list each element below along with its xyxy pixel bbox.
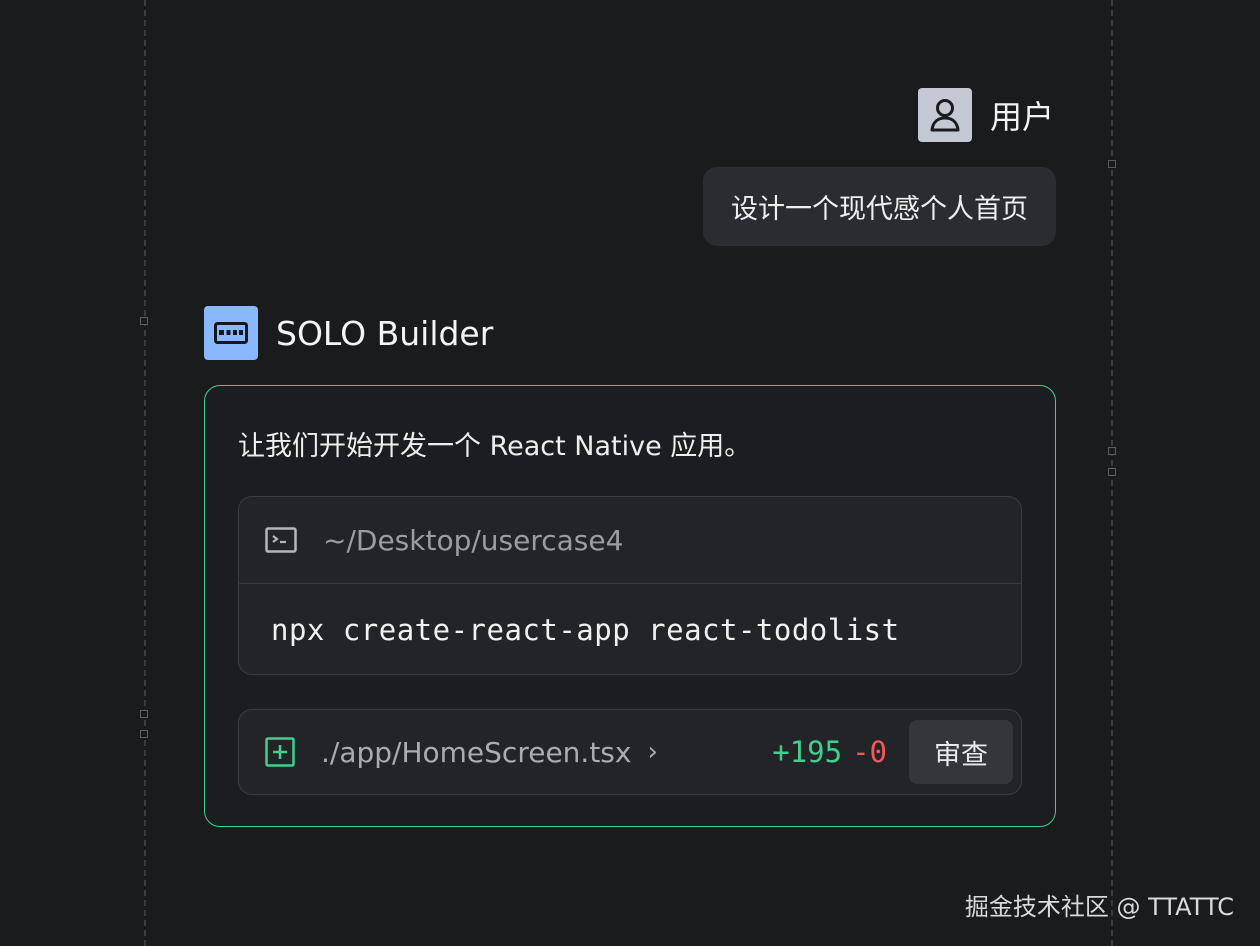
guide-handle: [1108, 160, 1116, 168]
guide-handle: [1108, 468, 1116, 476]
user-icon: [930, 99, 960, 132]
chevron-right-icon[interactable]: ›: [647, 737, 657, 767]
watermark: 掘金技术社区 @ TTATTC: [964, 893, 1234, 921]
user-avatar: [917, 88, 972, 142]
bot-icon: [214, 322, 248, 344]
user-header: 用户: [917, 88, 1054, 142]
bot-response-card: 让我们开始开发一个 React Native 应用。 ~/Desktop/use…: [204, 385, 1056, 827]
terminal-header: ~/Desktop/usercase4: [239, 497, 1021, 584]
bot-name: SOLO Builder: [276, 313, 494, 353]
bot-header: SOLO Builder: [204, 306, 493, 360]
file-path[interactable]: ./app/HomeScreen.tsx: [321, 736, 631, 769]
bot-intro-text: 让我们开始开发一个 React Native 应用。: [238, 431, 752, 462]
guide-handle: [1108, 447, 1116, 455]
guide-handle: [140, 317, 148, 325]
terminal-path: ~/Desktop/usercase4: [323, 523, 624, 557]
terminal-block: ~/Desktop/usercase4 npx create-react-app…: [238, 496, 1022, 675]
layout-guide-left: [144, 0, 146, 946]
file-added-icon: [265, 737, 295, 767]
guide-handle: [140, 710, 148, 718]
user-message-bubble: 设计一个现代感个人首页: [703, 167, 1056, 246]
user-name: 用户: [989, 98, 1054, 136]
additions-count: +195: [772, 735, 843, 769]
file-change-row[interactable]: ./app/HomeScreen.tsx › +195 -0 审查: [238, 709, 1022, 795]
deletions-count: -0: [852, 735, 887, 769]
terminal-icon: [265, 527, 297, 553]
guide-handle: [140, 730, 148, 738]
review-button[interactable]: 审查: [909, 720, 1013, 784]
bot-avatar: [204, 306, 258, 360]
terminal-command: npx create-react-app react-todolist: [271, 613, 900, 647]
